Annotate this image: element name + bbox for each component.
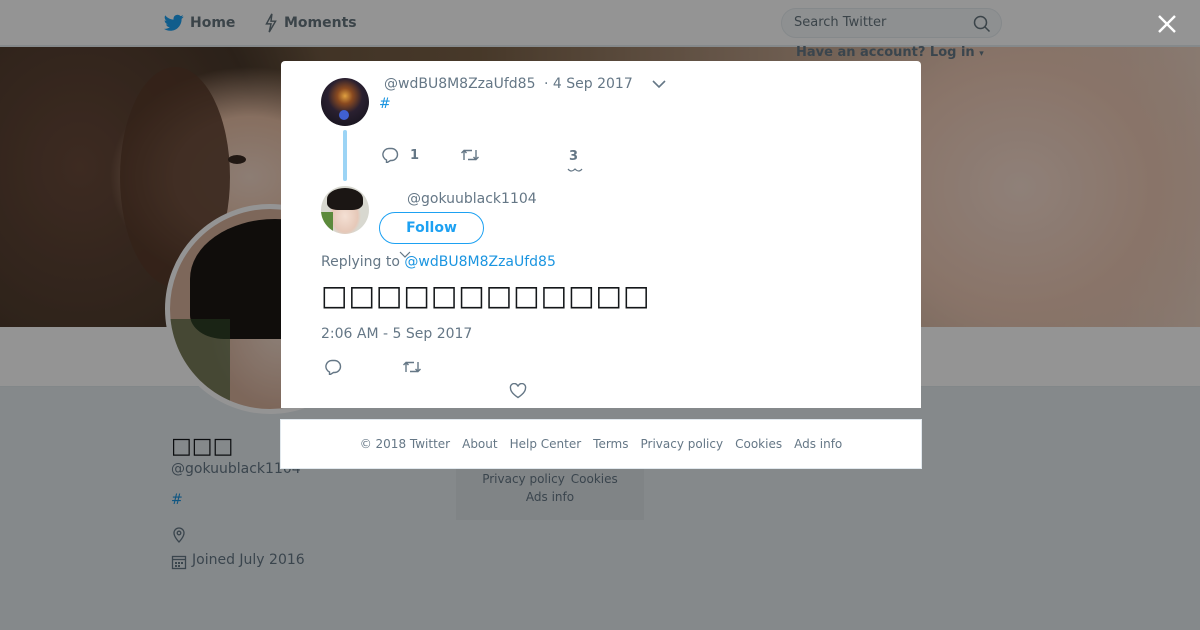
footer-copyright: © 2018 Twitter: [359, 437, 451, 451]
tweet-modal: @wdBU8M8ZzaUfd85 · 4 Sep 2017 # 1 3 @gok…: [281, 61, 921, 408]
parent-tweet-date[interactable]: · 4 Sep 2017: [544, 76, 633, 92]
parent-reply-count: 1: [410, 147, 420, 163]
reply-tweet-avatar[interactable]: [321, 186, 369, 234]
reply-tweet-timestamp[interactable]: 2:06 AM - 5 Sep 2017: [321, 326, 472, 342]
reply-icon: [325, 359, 342, 375]
parent-tweet-hashtag[interactable]: #: [379, 96, 391, 112]
footer-about-link[interactable]: About: [462, 437, 497, 451]
reply-tweet-text: □□□□□□□□□□□□: [321, 279, 651, 312]
parent-like-count: 3: [569, 149, 579, 164]
replying-to-line: Replying to @wdBU8M8ZzaUfd85: [321, 254, 556, 270]
modal-footer: © 2018 Twitter About Help Center Terms P…: [280, 419, 922, 469]
footer-terms-link[interactable]: Terms: [593, 437, 628, 451]
parent-tweet-avatar[interactable]: [321, 78, 369, 126]
replying-to-prefix: Replying to: [321, 254, 400, 270]
close-icon[interactable]: [1155, 12, 1179, 36]
reply-like-button[interactable]: [509, 383, 527, 399]
parent-tweet-handle[interactable]: @wdBU8M8ZzaUfd85: [384, 76, 535, 92]
footer-privacy-link[interactable]: Privacy policy: [641, 437, 724, 451]
follow-button[interactable]: Follow: [379, 212, 484, 244]
replying-to-link[interactable]: @wdBU8M8ZzaUfd85: [404, 254, 555, 270]
reply-icon: [382, 147, 399, 163]
parent-reply-button[interactable]: 1: [381, 147, 419, 163]
footer-help-link[interactable]: Help Center: [510, 437, 582, 451]
reply-tweet-handle[interactable]: @gokuublack1104: [407, 191, 537, 207]
heart-icon[interactable]: [567, 168, 583, 174]
retweet-icon: [461, 149, 479, 161]
parent-retweet-button[interactable]: [460, 147, 480, 163]
footer-cookies-link[interactable]: Cookies: [735, 437, 782, 451]
retweet-icon: [403, 361, 421, 373]
chevron-down-icon[interactable]: [652, 79, 666, 89]
reply-reply-button[interactable]: [324, 359, 342, 375]
footer-ads-link[interactable]: Ads info: [794, 437, 842, 451]
heart-icon: [509, 383, 527, 399]
thread-connector-line: [343, 130, 347, 181]
reply-retweet-button[interactable]: [402, 359, 422, 375]
